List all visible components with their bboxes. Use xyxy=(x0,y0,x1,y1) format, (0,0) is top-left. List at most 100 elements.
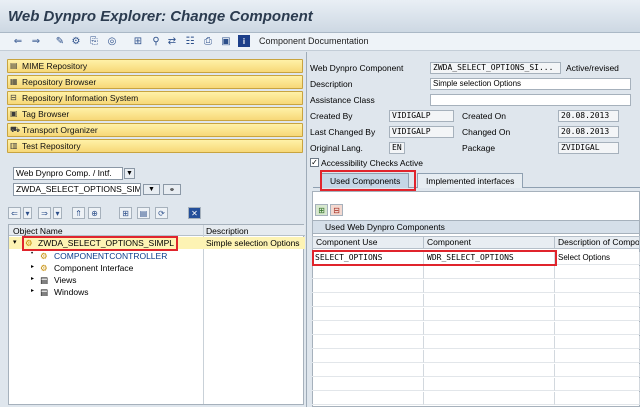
forward-tree-icon[interactable]: ⇒ xyxy=(38,207,51,219)
back-tree-icon[interactable]: ⇐ xyxy=(8,207,21,219)
delete-row-icon[interactable]: ⊟ xyxy=(330,204,343,216)
empty-cell[interactable] xyxy=(424,364,555,377)
display-glasses-icon[interactable]: ⚭ xyxy=(163,184,181,195)
nav-mime-repository[interactable]: ▤ MIME Repository xyxy=(7,59,303,73)
empty-cell[interactable] xyxy=(424,294,555,307)
created-on-label: Created On xyxy=(462,111,506,121)
package-label: Package xyxy=(462,143,496,153)
object-name-input[interactable]: ZWDA_SELECT_OPTIONS_SIM xyxy=(13,183,141,196)
created-by-label: Created By xyxy=(310,111,353,121)
tree-row-label: COMPONENTCONTROLLER xyxy=(54,251,168,261)
nav-test-repository[interactable]: ▥ Test Repository xyxy=(7,139,303,153)
object-name-dropdown-icon[interactable]: ▼ xyxy=(143,184,160,195)
empty-cell[interactable] xyxy=(555,266,640,279)
nav-label: Tag Browser xyxy=(22,109,70,119)
refresh-icon[interactable]: ⟳ xyxy=(155,207,168,219)
tree-row-desc: Simple selection Options xyxy=(206,238,300,248)
tree-header-description: Description xyxy=(206,226,249,236)
empty-cell[interactable] xyxy=(312,322,424,335)
empty-cell[interactable] xyxy=(312,378,424,391)
highlight-box-used-components-tab xyxy=(320,170,416,191)
col-header-component-use[interactable]: Component Use xyxy=(312,236,424,249)
empty-cell[interactable] xyxy=(424,308,555,321)
empty-cell[interactable] xyxy=(555,294,640,307)
display-object-icon[interactable]: ▣ xyxy=(220,35,232,47)
empty-cell[interactable] xyxy=(312,392,424,405)
empty-cell[interactable] xyxy=(555,280,640,293)
description-field[interactable]: Simple selection Options xyxy=(430,78,631,90)
nav-transport-organizer[interactable]: ⛟ Transport Organizer xyxy=(7,123,303,137)
accessibility-label: Accessibility Checks Active xyxy=(321,158,424,168)
empty-cell[interactable] xyxy=(555,336,640,349)
expand-arrow-icon[interactable]: ▾ xyxy=(13,238,17,246)
empty-cell[interactable] xyxy=(424,266,555,279)
empty-cell[interactable] xyxy=(312,266,424,279)
close-tree-icon[interactable]: ✕ xyxy=(188,207,201,219)
empty-cell[interactable] xyxy=(555,350,640,363)
tree-row-views[interactable]: ▸ ▤ Views xyxy=(9,274,305,286)
select-all-icon[interactable]: ⊕ xyxy=(88,207,101,219)
col-header-component[interactable]: Component xyxy=(423,236,555,249)
nav-label: Transport Organizer xyxy=(22,125,98,135)
back-menu-icon[interactable]: ▾ xyxy=(23,207,32,219)
empty-cell[interactable] xyxy=(312,294,424,307)
check-icon[interactable]: ⎘ xyxy=(88,35,100,47)
activate-icon[interactable]: ◎ xyxy=(106,35,118,47)
empty-cell[interactable] xyxy=(424,322,555,335)
tag-icon: ▣ xyxy=(10,109,18,118)
empty-cell[interactable] xyxy=(424,392,555,405)
tree-row-component-interface[interactable]: ▸ ⚙ Component Interface xyxy=(9,262,305,274)
test-icon[interactable]: ⚲ xyxy=(150,35,162,47)
empty-cell[interactable] xyxy=(555,378,640,391)
empty-cell[interactable] xyxy=(424,350,555,363)
empty-cell[interactable] xyxy=(312,280,424,293)
expand-arrow-icon[interactable]: ▸ xyxy=(31,263,34,270)
empty-cell[interactable] xyxy=(312,336,424,349)
empty-cell[interactable] xyxy=(424,336,555,349)
collapse-up-icon[interactable]: ⇑ xyxy=(72,207,85,219)
tree-row-windows[interactable]: ▸ ▤ Windows xyxy=(9,286,305,298)
nav-tag-browser[interactable]: ▣ Tag Browser xyxy=(7,107,303,121)
component-documentation-button[interactable]: Component Documentation xyxy=(259,36,369,46)
tree-row-componentcontroller[interactable]: • ⚙ COMPONENTCONTROLLER xyxy=(9,250,305,262)
tree-detail-icon[interactable]: ▤ xyxy=(137,207,150,219)
other-object-icon[interactable]: ⚙ xyxy=(70,35,82,47)
controller-icon: ⚙ xyxy=(40,251,48,261)
empty-cell[interactable] xyxy=(555,364,640,377)
changed-on-label: Changed On xyxy=(462,127,511,137)
tab-implemented-interfaces[interactable]: Implemented interfaces xyxy=(417,173,524,188)
object-type-select[interactable]: Web Dynpro Comp. / Intf. xyxy=(13,167,123,180)
empty-cell[interactable] xyxy=(312,350,424,363)
object-list-icon[interactable]: ☷ xyxy=(184,35,196,47)
empty-cell[interactable] xyxy=(555,392,640,405)
where-used-icon[interactable]: ⊞ xyxy=(132,35,144,47)
empty-cell[interactable] xyxy=(424,280,555,293)
original-lang-field: EN xyxy=(389,142,405,154)
expand-arrow-icon[interactable]: ▸ xyxy=(31,275,34,282)
change-display-icon[interactable]: ✎ xyxy=(54,35,66,47)
back-arrow-icon[interactable]: ⇐ xyxy=(12,35,24,47)
folder-icon: ▤ xyxy=(10,61,18,70)
title-bar: Web Dynpro Explorer: Change Component xyxy=(0,0,640,33)
forward-menu-icon[interactable]: ▾ xyxy=(53,207,62,219)
forward-arrow-icon[interactable]: ⇒ xyxy=(30,35,42,47)
nav-repository-information-system[interactable]: ⊟ Repository Information System xyxy=(7,91,303,105)
col-header-description[interactable]: Description of Compo xyxy=(554,236,640,249)
nav-repository-browser[interactable]: ▦ Repository Browser xyxy=(7,75,303,89)
accessibility-checkbox[interactable]: ✓ xyxy=(310,158,319,167)
insert-row-icon[interactable]: ⊞ xyxy=(315,204,328,216)
component-label: Web Dynpro Component xyxy=(310,63,404,73)
info-icon[interactable]: i xyxy=(238,35,250,47)
assistance-class-field[interactable] xyxy=(430,94,631,106)
hierarchy-icon[interactable]: ⇄ xyxy=(166,35,178,47)
component-field[interactable]: ZWDA_SELECT_OPTIONS_SI... xyxy=(430,62,561,74)
empty-cell[interactable] xyxy=(424,378,555,391)
print-icon[interactable]: ⎙ xyxy=(202,35,214,47)
empty-cell[interactable] xyxy=(312,308,424,321)
empty-cell[interactable] xyxy=(555,308,640,321)
object-type-dropdown-icon[interactable]: ▼ xyxy=(124,168,135,179)
empty-cell[interactable] xyxy=(312,364,424,377)
empty-cell[interactable] xyxy=(555,322,640,335)
tree-hierarchy-icon[interactable]: ⊞ xyxy=(119,207,132,219)
expand-arrow-icon[interactable]: ▸ xyxy=(31,287,34,294)
